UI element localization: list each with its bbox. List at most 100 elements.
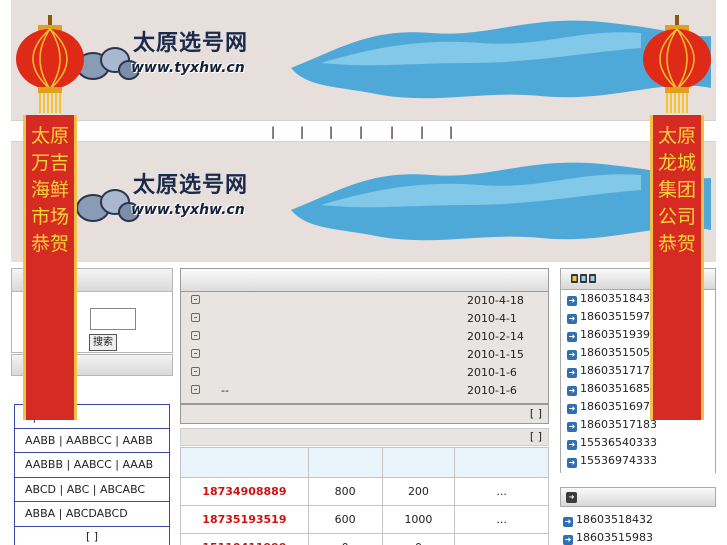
- category-item[interactable]: ABBA | ABCDABCD: [14, 502, 170, 527]
- list-item[interactable]: ➜ 15536974333: [567, 452, 657, 470]
- nav-separator: |: [271, 125, 276, 139]
- phone-number[interactable]: 18735193519: [180, 505, 309, 534]
- news-more-link[interactable]: [ ]: [530, 407, 542, 420]
- news-date: 2010-2-14: [467, 330, 524, 343]
- category-item[interactable]: AABB | AABBCC | AABB: [14, 428, 170, 453]
- table-row: 15110411999 0 0: [180, 533, 549, 545]
- phone-number[interactable]: 18603517183: [580, 418, 657, 431]
- news-bullet-icon: [191, 349, 200, 358]
- news-date: 2010-1-6: [467, 384, 517, 397]
- category-item[interactable]: AABBB | AABCC | AAAB: [14, 453, 170, 478]
- fee-cell: 0: [381, 533, 456, 545]
- header-dots-icon: [571, 274, 596, 283]
- list-item[interactable]: ➜ 18603517183: [567, 416, 657, 434]
- action-cell[interactable]: ...: [454, 477, 549, 506]
- nav-separator: |: [329, 125, 334, 139]
- list-item[interactable]: ➜ 18603518432: [563, 511, 653, 529]
- fee-cell: 1000: [381, 505, 456, 534]
- arrow-right-icon: ➜: [567, 368, 577, 378]
- news-date: 2010-1-6: [467, 366, 517, 379]
- news-item[interactable]: 2010-1-15: [181, 346, 550, 364]
- news-item[interactable]: 2010-4-18: [181, 292, 550, 310]
- arrow-right-icon: ➜: [567, 314, 577, 324]
- price-cell: 0: [307, 533, 383, 545]
- numbers-table: 18734908889 800 200 ... 18735193519 600 …: [180, 447, 549, 545]
- category-item[interactable]: ABCD | ABC | ABCABC: [14, 477, 170, 502]
- phone-number[interactable]: 18603518432: [576, 513, 653, 526]
- news-bullet-icon: [191, 313, 200, 322]
- arrow-right-icon: ➜: [567, 422, 577, 432]
- table-header-cell: [307, 447, 383, 478]
- news-bullet-icon: [191, 331, 200, 340]
- site-title: 太原选号网: [133, 173, 249, 198]
- news-date: 2010-1-15: [467, 348, 524, 361]
- lantern-icon: [16, 15, 84, 113]
- arrow-right-icon: ➜: [567, 350, 577, 360]
- site-banner-top: 太原选号网 www.tyxhw.cn: [11, 0, 716, 120]
- table-row: 18734908889 800 200 ...: [180, 477, 549, 506]
- arrow-right-icon: ➜: [567, 386, 577, 396]
- nav-separator: |: [359, 125, 364, 139]
- price-cell: 800: [307, 477, 383, 506]
- news-date: 2010-4-18: [467, 294, 524, 307]
- nav-separator: |: [420, 125, 425, 139]
- search-button[interactable]: 搜索: [89, 334, 117, 351]
- nav-bar: | | | | | | |: [11, 120, 716, 142]
- table-header-row: [180, 447, 549, 478]
- number-list-header-2: ➜: [560, 487, 716, 507]
- couplet-text: 太原万吉海鲜市场恭贺: [30, 125, 69, 255]
- arrow-right-icon: ➜: [563, 535, 573, 545]
- search-input[interactable]: [90, 308, 136, 330]
- left-couplet: 太原万吉海鲜市场恭贺: [10, 15, 90, 420]
- site-title: 太原选号网: [133, 31, 249, 56]
- site-banner-second: 太原选号网 www.tyxhw.cn: [11, 142, 716, 262]
- news-title[interactable]: --: [221, 384, 229, 397]
- news-list: 2010-4-18 2010-4-1 2010-2-14 2010-1-15 2…: [180, 291, 549, 404]
- fee-cell: 200: [381, 477, 456, 506]
- phone-number[interactable]: 15536540333: [580, 436, 657, 449]
- list-item[interactable]: ➜ 18603515983: [563, 529, 653, 545]
- news-item[interactable]: 2010-4-1: [181, 310, 550, 328]
- news-date: 2010-4-1: [467, 312, 517, 325]
- news-bullet-icon: [191, 367, 200, 376]
- news-panel-header: [180, 268, 549, 292]
- news-item[interactable]: 2010-2-14: [181, 328, 550, 346]
- couplet-scroll: 太原万吉海鲜市场恭贺: [23, 115, 77, 420]
- list-item[interactable]: ➜ 15536540333: [567, 434, 657, 452]
- site-url: www.tyxhw.cn: [131, 202, 245, 218]
- news-item[interactable]: -- 2010-1-6: [181, 382, 550, 400]
- table-header-cell: [454, 447, 549, 478]
- site-url: www.tyxhw.cn: [131, 60, 245, 76]
- action-cell[interactable]: [454, 533, 549, 545]
- phone-number[interactable]: 15536974333: [580, 454, 657, 467]
- news-item[interactable]: 2010-1-6: [181, 364, 550, 382]
- arrow-right-icon: ➜: [567, 404, 577, 414]
- nav-separator: |: [449, 125, 454, 139]
- phone-number[interactable]: 18603515983: [576, 531, 653, 544]
- numbers-panel-header: [ ]: [180, 428, 549, 446]
- phone-number[interactable]: 15110411999: [180, 533, 309, 545]
- nav-separator: |: [300, 125, 305, 139]
- price-cell: 600: [307, 505, 383, 534]
- table-row: 18735193519 600 1000 ...: [180, 505, 549, 534]
- arrow-right-icon: ➜: [567, 332, 577, 342]
- news-bullet-icon: [191, 295, 200, 304]
- action-cell[interactable]: ...: [454, 505, 549, 534]
- table-header-cell: [180, 447, 309, 478]
- numbers-more-link[interactable]: [ ]: [530, 430, 542, 443]
- category-list: A| AAA AABB | AABBCC | AABB AABBB | AABC…: [14, 404, 170, 545]
- couplet-scroll: 太原龙城集团公司恭贺: [650, 115, 704, 420]
- couplet-text: 太原龙城集团公司恭贺: [657, 125, 696, 255]
- arrow-right-icon: ➜: [567, 296, 577, 306]
- phone-number[interactable]: 18734908889: [180, 477, 309, 506]
- category-more-link[interactable]: [ ]: [14, 526, 170, 545]
- right-couplet: 太原龙城集团公司恭贺: [637, 15, 717, 420]
- arrow-right-icon: ➜: [567, 458, 577, 468]
- arrow-right-icon: ➜: [566, 492, 577, 503]
- lantern-icon: [643, 15, 711, 113]
- news-bullet-icon: [191, 385, 200, 394]
- arrow-right-icon: ➜: [567, 440, 577, 450]
- table-header-cell: [381, 447, 456, 478]
- arrow-right-icon: ➜: [563, 517, 573, 527]
- news-footer: [ ]: [180, 404, 549, 424]
